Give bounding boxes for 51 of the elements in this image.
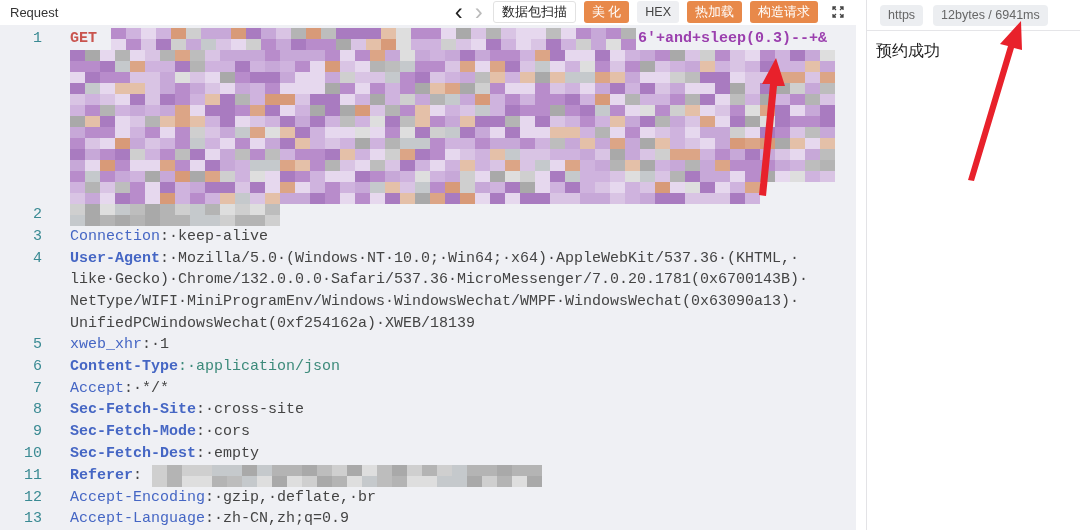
header-value: :·*/* [124, 378, 170, 399]
header-value: :·zh-CN,zh;q=0.9 [205, 509, 350, 530]
line-number: 2 [32, 204, 43, 225]
toolbar-button[interactable]: 数据包扫描 [492, 1, 576, 24]
header-name: Sec-Fetch-Site [70, 400, 197, 421]
header-value: :·keep-alive [160, 226, 269, 247]
header-value: : [133, 465, 143, 486]
info-tag: 12bytes / 6941ms [933, 4, 1048, 26]
response-body: 预约成功 [875, 41, 941, 61]
header-name: Referer [70, 465, 133, 486]
line-number: 4 [32, 248, 43, 269]
header-value: :·gzip,·deflate,·br [205, 487, 377, 508]
header-value: like·Gecko)·Chrome/132.0.0.0·Safari/537.36·MicroMessenger/7.0.20.1781(0x6700143B)· [70, 270, 809, 291]
line-number: 7 [32, 378, 43, 399]
fullscreen-icon[interactable] [832, 6, 844, 19]
toolbar-button[interactable]: HEX [637, 1, 679, 24]
line-number: 10 [23, 443, 43, 464]
header-value: :·cors [196, 422, 251, 443]
header-name: Accept-Language [70, 509, 206, 530]
header-name: Accept-Encoding [70, 487, 206, 508]
panel-title: Request [10, 3, 59, 22]
line-number: 13 [23, 509, 43, 530]
header-value: :·cross-site [196, 400, 305, 421]
header-value: :·empty [196, 443, 260, 464]
header-value: :·Mozilla/5.0·(Windows·NT·10.0;·Win64;·x64)·AppleWebKit/537.36·(KHTML,· [160, 248, 800, 269]
line-number: 8 [32, 400, 43, 421]
injected-payload: 6'+and+sleep(0.3)--+& [638, 29, 828, 49]
header-name: User-Agent [70, 248, 160, 269]
line-number: 9 [32, 422, 43, 443]
line-number: 12 [23, 487, 43, 508]
http-method: GET [70, 29, 97, 49]
line-number: 3 [32, 226, 43, 247]
header-name: Content-Type [70, 357, 179, 378]
header-name: Sec-Fetch-Mode [70, 422, 197, 443]
header-name: Sec-Fetch-Dest [70, 443, 197, 464]
toolbar-button[interactable]: 热加载 [687, 1, 742, 24]
header-value: UnifiedPCWindowsWechat(0xf254162a)·XWEB/18139 [70, 313, 476, 334]
header-name: xweb_xhr [70, 335, 142, 356]
header-value: :·1 [142, 335, 170, 356]
line-number: 6 [32, 357, 43, 378]
previous-button[interactable]: ‹ [452, 2, 465, 23]
header-name: Accept [70, 378, 124, 399]
toolbar-button[interactable]: 美 化 [583, 1, 630, 24]
header-value: :·application/json [178, 357, 341, 378]
line-number: 1 [32, 28, 43, 49]
toolbar-button[interactable]: 构造请求 [750, 1, 818, 24]
line-number: 11 [23, 465, 43, 486]
info-tag: https [880, 4, 924, 26]
header-name: Connection [70, 226, 160, 247]
line-number: 5 [32, 335, 43, 356]
header-value: NetType/WIFI·MiniProgramEnv/Windows·WindowsWechat/WMPF·WindowsWechat(0x63090a13)· [70, 291, 800, 312]
